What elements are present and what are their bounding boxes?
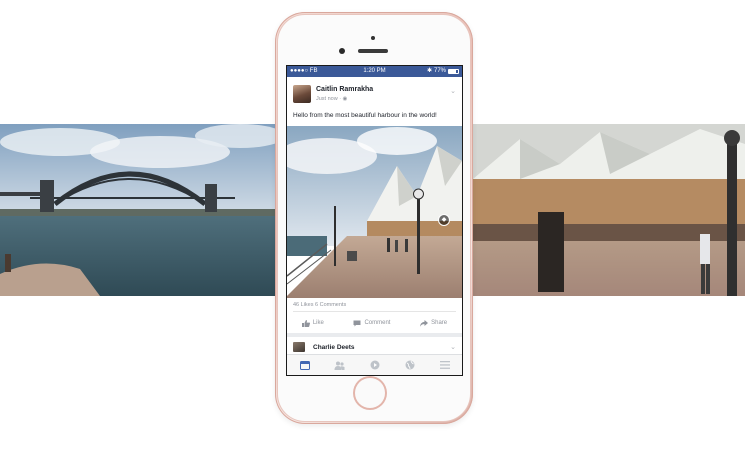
bottom-tab-bar	[287, 354, 462, 375]
post-author[interactable]: Caitlin Ramrakha	[316, 86, 373, 93]
news-feed-icon	[299, 360, 310, 370]
reaction-summary[interactable]: 46 Likes 6 Comments	[293, 302, 346, 308]
feed-separator	[287, 333, 462, 337]
earpiece-speaker	[358, 49, 388, 53]
divider	[293, 311, 456, 312]
next-post-author[interactable]: Charlie Deets	[313, 344, 355, 351]
globe-icon: ◉	[342, 96, 348, 102]
tab-friends[interactable]	[332, 358, 348, 372]
post-header: Caitlin Ramrakha Just now · ◉ ⌄	[287, 77, 462, 105]
post-message: Hello from the most beautiful harbour in…	[293, 112, 437, 119]
post-actions: Like Comment Share	[287, 318, 462, 328]
share-icon	[420, 319, 429, 327]
panorama-icon[interactable]: ◆	[438, 214, 450, 226]
tab-news-feed[interactable]	[297, 358, 313, 372]
front-camera	[339, 48, 345, 54]
menu-icon	[439, 361, 450, 369]
chevron-down-icon[interactable]: ⌄	[450, 343, 456, 351]
comment-icon	[353, 320, 361, 326]
post-timestamp: Just now · ◉	[316, 96, 348, 102]
next-post-header: Charlie Deets ⌄	[287, 339, 462, 353]
avatar[interactable]	[293, 85, 311, 103]
chevron-down-icon[interactable]: ⌄	[450, 87, 456, 95]
battery-percent: 77%	[433, 68, 446, 74]
battery-icon	[448, 69, 459, 74]
tab-notifications[interactable]	[402, 358, 418, 372]
home-button[interactable]	[355, 378, 385, 408]
share-button[interactable]: Share	[420, 318, 447, 328]
panorama-photo[interactable]: ◆	[287, 126, 462, 298]
globe-icon	[405, 360, 414, 370]
comment-button[interactable]: Comment	[353, 318, 390, 328]
status-bar: ●●●●○ FB 1:20 PM ✱ 77%	[287, 66, 462, 77]
thumbs-up-icon	[301, 319, 310, 327]
like-button[interactable]: Like	[301, 318, 324, 328]
friends-icon	[334, 361, 345, 370]
status-right: ✱ 77%	[427, 66, 459, 77]
video-icon	[370, 360, 379, 370]
tab-menu[interactable]	[437, 358, 453, 372]
proximity-sensor	[371, 36, 375, 40]
bluetooth-icon: ✱	[426, 68, 432, 74]
opera-house-photo	[287, 126, 462, 298]
avatar[interactable]	[293, 342, 305, 352]
phone-screen: ●●●●○ FB 1:20 PM ✱ 77% Caitlin Ramrakha …	[286, 65, 463, 376]
tab-video[interactable]	[367, 358, 383, 372]
